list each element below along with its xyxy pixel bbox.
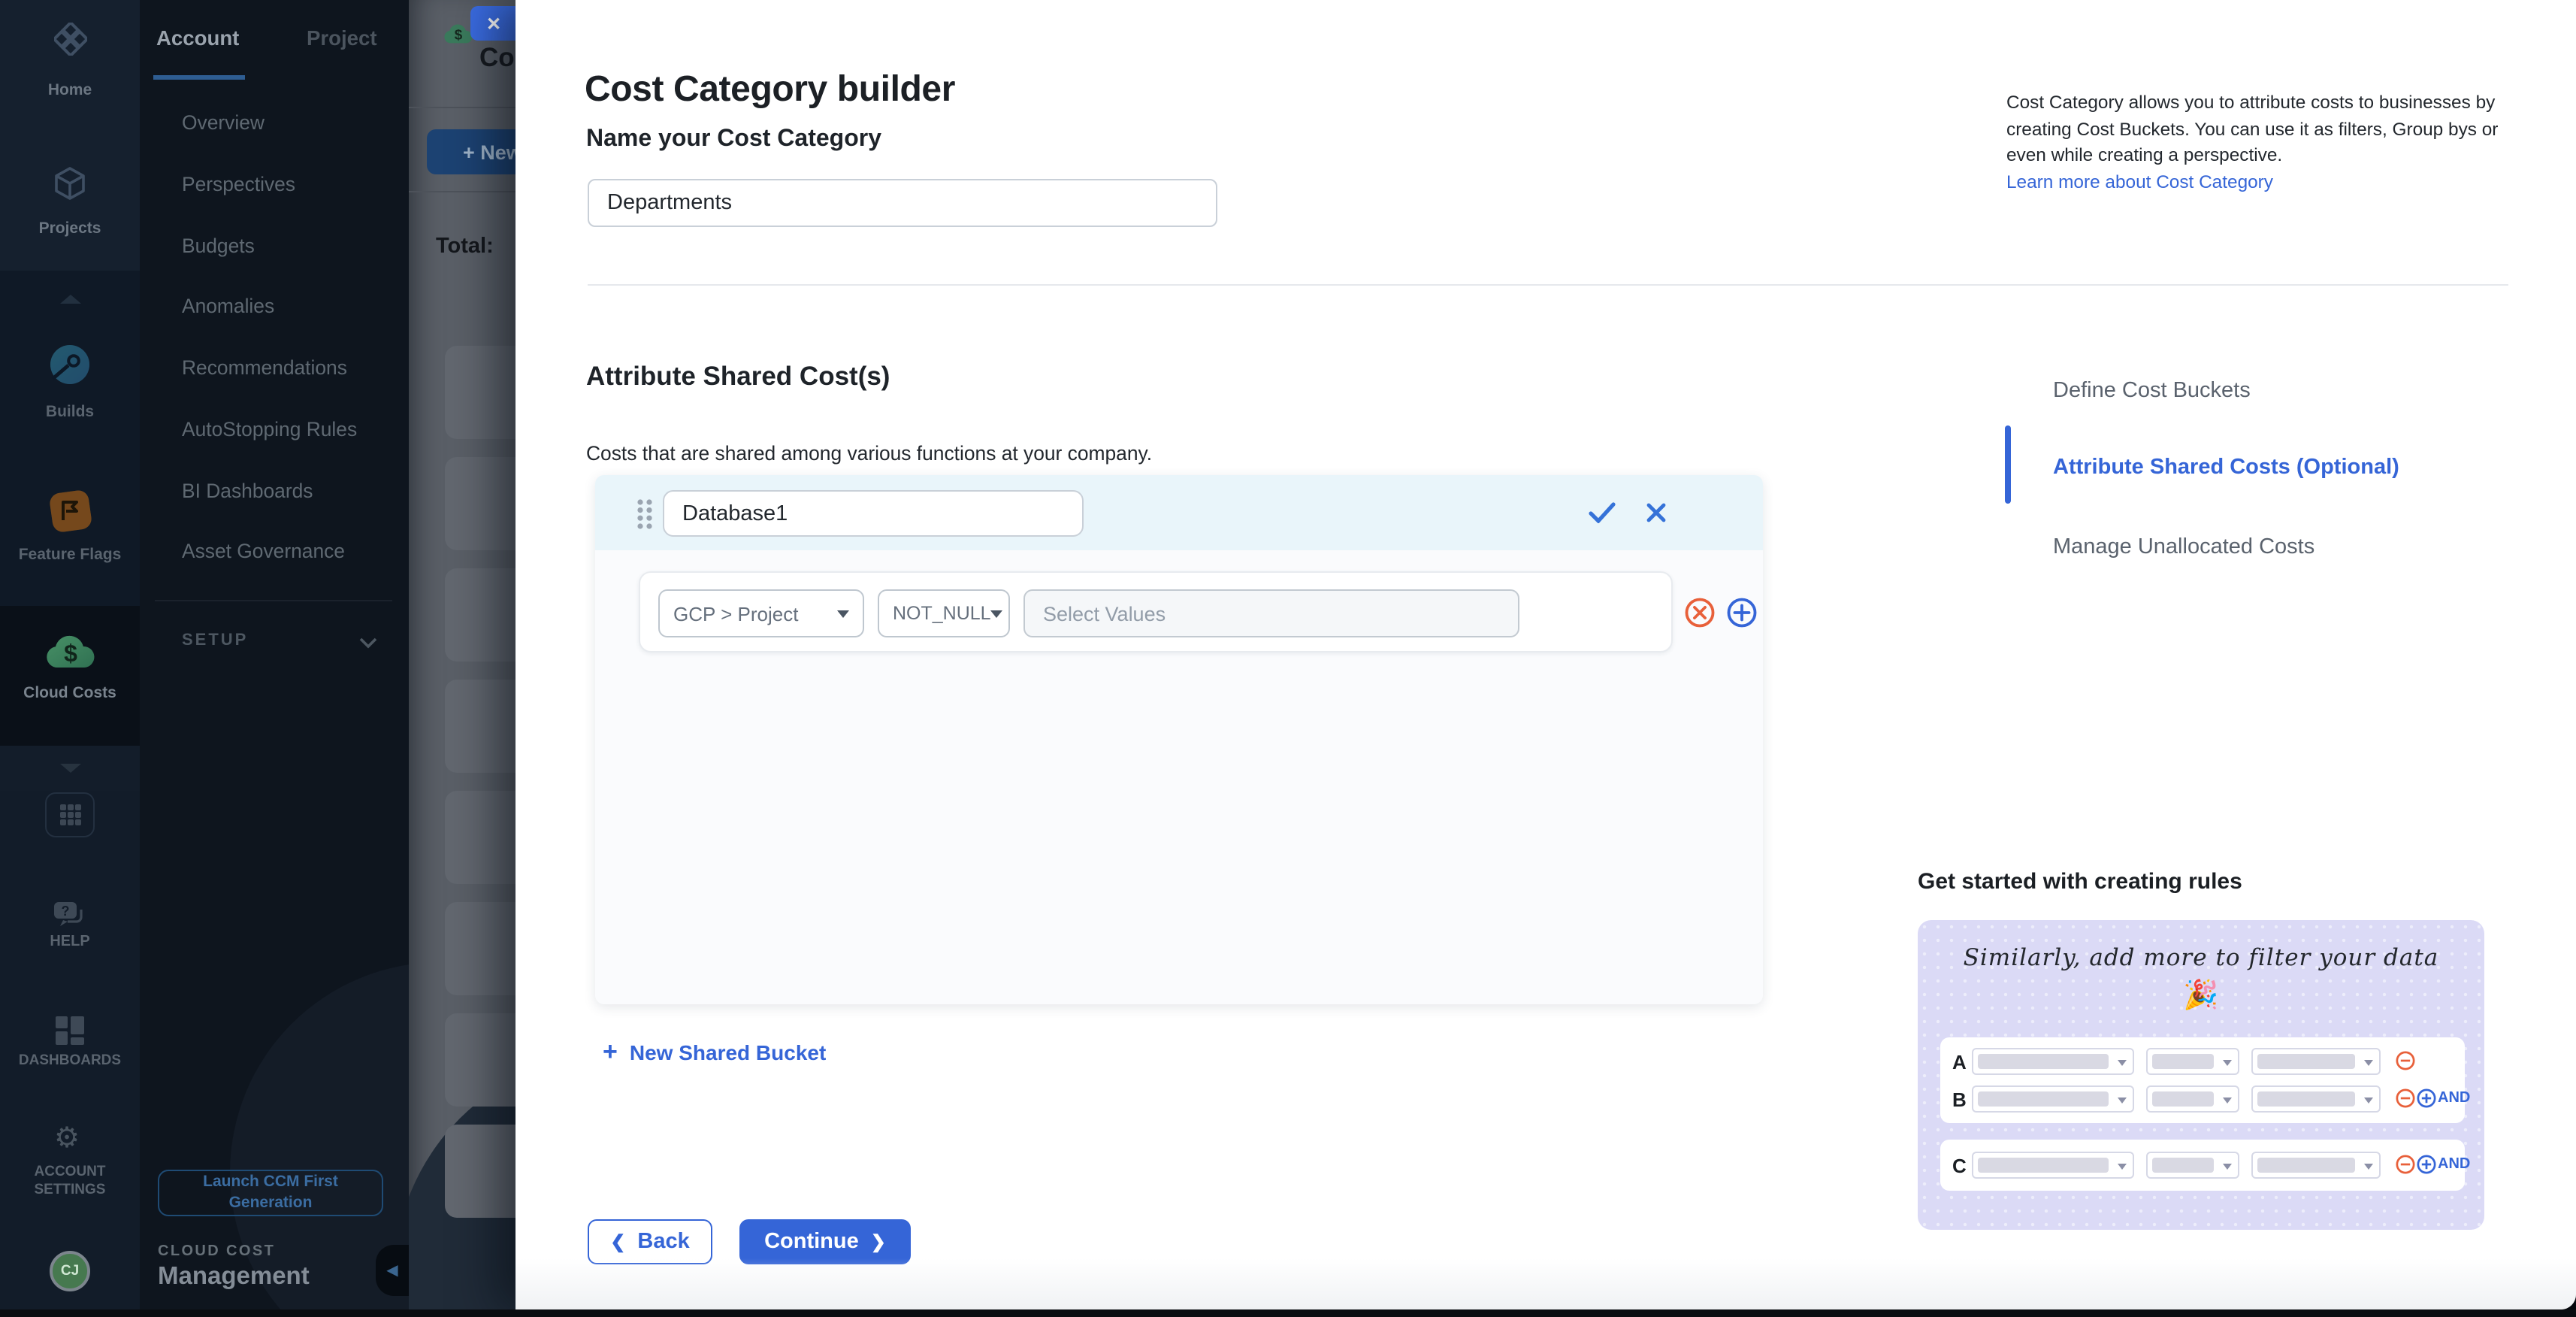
values-input[interactable]: Select Values: [1023, 589, 1519, 637]
drag-handle-icon[interactable]: [636, 498, 654, 531]
chevron-down-icon: [837, 610, 849, 617]
sidebar-item-bi-dashboards[interactable]: BI Dashboards: [182, 480, 407, 502]
chevron-down-icon: [991, 610, 1003, 617]
step-manage-unallocated-costs[interactable]: Manage Unallocated Costs: [2053, 535, 2314, 559]
illustration-panel-c: C AND: [1940, 1140, 2465, 1191]
step-attribute-shared-costs[interactable]: Attribute Shared Costs (Optional): [2053, 456, 2399, 480]
cost-category-name-input[interactable]: Departments: [588, 179, 1217, 227]
setup-chevron-down-icon: [359, 637, 377, 649]
avatar[interactable]: CJ: [50, 1251, 90, 1291]
nav-scroll-up-icon[interactable]: [57, 292, 84, 307]
ccm-cloud-icon: $: [443, 23, 473, 45]
field-dropdown[interactable]: GCP > Project: [658, 589, 864, 637]
remove-rule-icon[interactable]: [1685, 597, 1715, 627]
sidebar-divider: [155, 600, 392, 601]
plus-icon: +: [603, 1037, 618, 1067]
modal-title: Cost Category builder: [585, 69, 955, 111]
section-divider: [588, 284, 2508, 286]
help-icon[interactable]: ?: [53, 901, 89, 931]
sidebar-setup-header[interactable]: SETUP: [182, 631, 248, 649]
close-icon[interactable]: ✕: [470, 6, 517, 41]
operator-dropdown[interactable]: NOT_NULL: [878, 589, 1010, 637]
back-button[interactable]: ❮ Back: [588, 1219, 712, 1264]
launch-ccm-first-gen-button[interactable]: Launch CCM First Generation: [158, 1170, 383, 1216]
total-label: Total:: [436, 235, 494, 259]
illustration-panel-ab: A B AND: [1940, 1037, 2465, 1123]
nav-item-help[interactable]: HELP: [0, 934, 140, 950]
party-popper-icon: 🎉: [1918, 977, 2484, 1013]
nav-item-projects[interactable]: Projects: [0, 220, 140, 238]
module-eyebrow: CLOUD COST: [158, 1243, 275, 1260]
new-shared-bucket-button[interactable]: + New Shared Bucket: [603, 1037, 826, 1067]
rules-illustration: Similarly, add more to filter your data …: [1918, 920, 2484, 1230]
module-nav: Home Projects Builds Feature Flags $ Clo…: [0, 0, 140, 1309]
sidebar-item-recommendations[interactable]: Recommendations: [182, 356, 407, 379]
sidebar-item-autostopping-rules[interactable]: AutoStopping Rules: [182, 418, 407, 441]
sidebar-collapse-button[interactable]: ◀: [376, 1245, 409, 1296]
sidebar-item-perspectives[interactable]: Perspectives: [182, 173, 407, 195]
confirm-check-icon[interactable]: [1587, 498, 1617, 528]
handwritten-hint: Similarly, add more to filter your data: [1918, 944, 2484, 971]
bucket-card-header: Database1: [595, 475, 1763, 550]
dashboards-icon[interactable]: [54, 1015, 86, 1046]
shared-costs-description: Costs that are shared among various func…: [586, 442, 1152, 465]
nav-item-cloud-costs[interactable]: Cloud Costs: [0, 684, 140, 702]
home-icon[interactable]: [54, 23, 87, 56]
app-screen: Home Projects Builds Feature Flags $ Clo…: [0, 0, 2576, 1317]
module-title: Management: [158, 1263, 310, 1291]
all-modules-button[interactable]: [45, 792, 95, 837]
nav-scroll-down-icon[interactable]: [57, 761, 84, 776]
learn-more-link[interactable]: Learn more about Cost Category: [2006, 171, 2273, 192]
sidebar-item-overview[interactable]: Overview: [182, 111, 407, 134]
nav-item-builds[interactable]: Builds: [0, 403, 140, 421]
bucket-name-input[interactable]: Database1: [663, 490, 1084, 537]
continue-button[interactable]: Continue ❯: [739, 1219, 911, 1264]
tab-account[interactable]: Account: [156, 27, 239, 50]
name-section-label: Name your Cost Category: [586, 126, 881, 153]
nav-item-account-settings[interactable]: ACCOUNT SETTINGS: [0, 1164, 140, 1200]
active-tab-underline: [153, 75, 245, 80]
sidebar-item-budgets[interactable]: Budgets: [182, 235, 407, 257]
nav-item-dashboards[interactable]: DASHBOARDS: [0, 1052, 140, 1069]
add-and-condition-icon[interactable]: [1727, 597, 1757, 627]
module-sidebar: Account Project Overview Perspectives Bu…: [140, 0, 409, 1309]
tab-project[interactable]: Project: [307, 27, 377, 50]
builds-icon[interactable]: [48, 343, 92, 386]
chevron-left-icon: ❮: [610, 1231, 625, 1252]
shared-bucket-card: Database1 GCP > Project NOT_NULL Select …: [595, 475, 1763, 1004]
cost-category-builder-modal: Cost Category builder Name your Cost Cat…: [516, 0, 2576, 1309]
projects-icon[interactable]: [51, 165, 89, 201]
cloud-costs-icon[interactable]: $: [45, 633, 96, 671]
gear-icon[interactable]: ⚙: [54, 1125, 80, 1153]
chevron-right-icon: ❯: [871, 1231, 886, 1252]
nav-item-feature-flags[interactable]: Feature Flags: [0, 546, 140, 564]
bottom-edge-strip: [0, 1309, 2576, 1317]
feature-flags-icon[interactable]: [50, 490, 92, 532]
nav-cloud-costs-block: [0, 606, 140, 746]
nav-item-home[interactable]: Home: [0, 81, 140, 99]
sidebar-item-asset-governance[interactable]: Asset Governance: [182, 540, 407, 562]
shared-costs-title: Attribute Shared Cost(s): [586, 361, 890, 392]
sidebar-item-anomalies[interactable]: Anomalies: [182, 295, 407, 317]
help-text: Cost Category allows you to attribute co…: [2006, 90, 2510, 195]
svg-text:$: $: [455, 27, 463, 43]
svg-text:$: $: [64, 640, 77, 667]
svg-text:?: ?: [62, 904, 70, 919]
active-step-bar: [2005, 425, 2010, 504]
filter-rule-row: GCP > Project NOT_NULL Select Values: [639, 571, 1673, 652]
step-define-cost-buckets[interactable]: Define Cost Buckets: [2053, 379, 2251, 403]
remove-bucket-x-icon[interactable]: [1641, 498, 1671, 528]
get-started-heading: Get started with creating rules: [1918, 869, 2242, 895]
